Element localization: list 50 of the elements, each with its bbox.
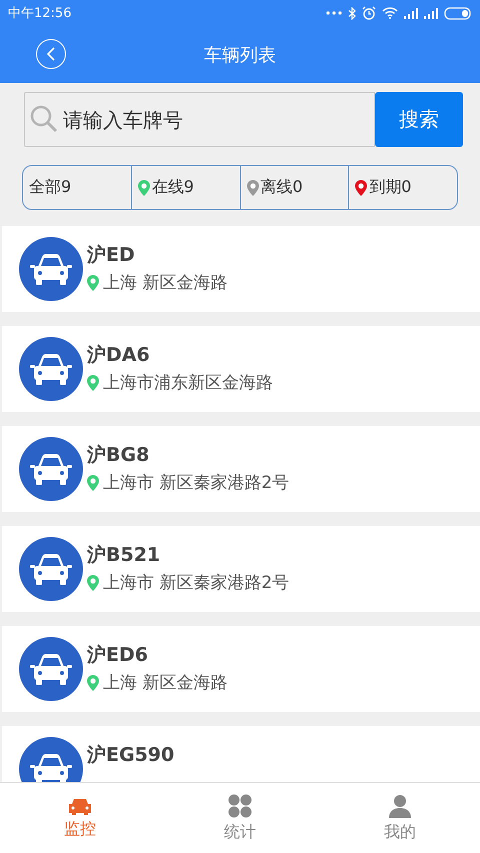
- nav-tab[interactable]: 我的: [320, 783, 480, 853]
- page-title: 车辆列表: [204, 44, 276, 66]
- car-icon: [19, 637, 83, 701]
- vehicle-address: 上海市浦东新区金海路: [103, 372, 273, 394]
- search-button[interactable]: 搜索: [375, 92, 463, 147]
- filter-tab[interactable]: 离线0: [240, 166, 350, 209]
- signal-icon: [404, 8, 418, 18]
- car-icon: [19, 337, 83, 401]
- search-icon: [30, 105, 58, 133]
- plate-number: 沪ED: [87, 243, 136, 268]
- location-pin-icon: [87, 574, 99, 590]
- wifi-icon: [382, 7, 398, 19]
- status-time: 中午12:56: [8, 5, 72, 22]
- plate-number: 沪ED6: [87, 643, 149, 668]
- nav-tab[interactable]: 统计: [160, 783, 320, 853]
- vehicle-address: 上海 新区金海路: [103, 272, 228, 294]
- battery-icon: [444, 6, 472, 20]
- back-button[interactable]: [36, 39, 66, 69]
- vehicle-card[interactable]: 沪EG590: [2, 726, 480, 782]
- car-icon: [19, 237, 83, 301]
- vehicle-card[interactable]: 沪BG8 上海市 新区秦家港路2号: [2, 426, 480, 512]
- vehicle-card[interactable]: 沪B521 上海市 新区秦家港路2号: [2, 526, 480, 612]
- plate-number: 沪B521: [87, 543, 162, 568]
- back-icon: [46, 47, 56, 61]
- location-pin-icon: [87, 474, 99, 490]
- vehicle-address: 上海市 新区秦家港路2号: [103, 472, 290, 494]
- location-pin-icon: [87, 374, 99, 390]
- filter-tab[interactable]: 在线9: [132, 166, 240, 209]
- plate-number: 沪DA6: [87, 343, 151, 368]
- vehicle-card[interactable]: 沪ED6 上海 新区金海路: [2, 626, 480, 712]
- vehicle-address: 上海 新区金海路: [103, 672, 228, 694]
- filter-tab[interactable]: 全部9: [23, 166, 132, 209]
- car-icon: [19, 537, 83, 601]
- bluetooth-icon: [348, 6, 356, 20]
- location-pin-icon: [87, 674, 99, 690]
- search-field[interactable]: 请输入车牌号: [24, 92, 375, 147]
- car-icon: [19, 437, 83, 501]
- filter-tab[interactable]: 到期0: [349, 166, 457, 209]
- grid-icon: [228, 794, 252, 818]
- car-icon: [68, 796, 92, 814]
- vehicle-card[interactable]: 沪ED 上海 新区金海路: [2, 226, 480, 312]
- location-pin-icon: [87, 274, 99, 290]
- person-icon: [388, 794, 412, 818]
- vehicle-address: 上海市 新区秦家港路2号: [103, 572, 290, 594]
- alarm-icon: [362, 6, 376, 20]
- vehicle-card[interactable]: 沪DA6 上海市浦东新区金海路: [2, 326, 480, 412]
- signal-icon: [424, 8, 438, 18]
- more-icon: [326, 11, 342, 15]
- plate-number: 沪BG8: [87, 443, 150, 468]
- plate-number: 沪EG590: [87, 743, 174, 768]
